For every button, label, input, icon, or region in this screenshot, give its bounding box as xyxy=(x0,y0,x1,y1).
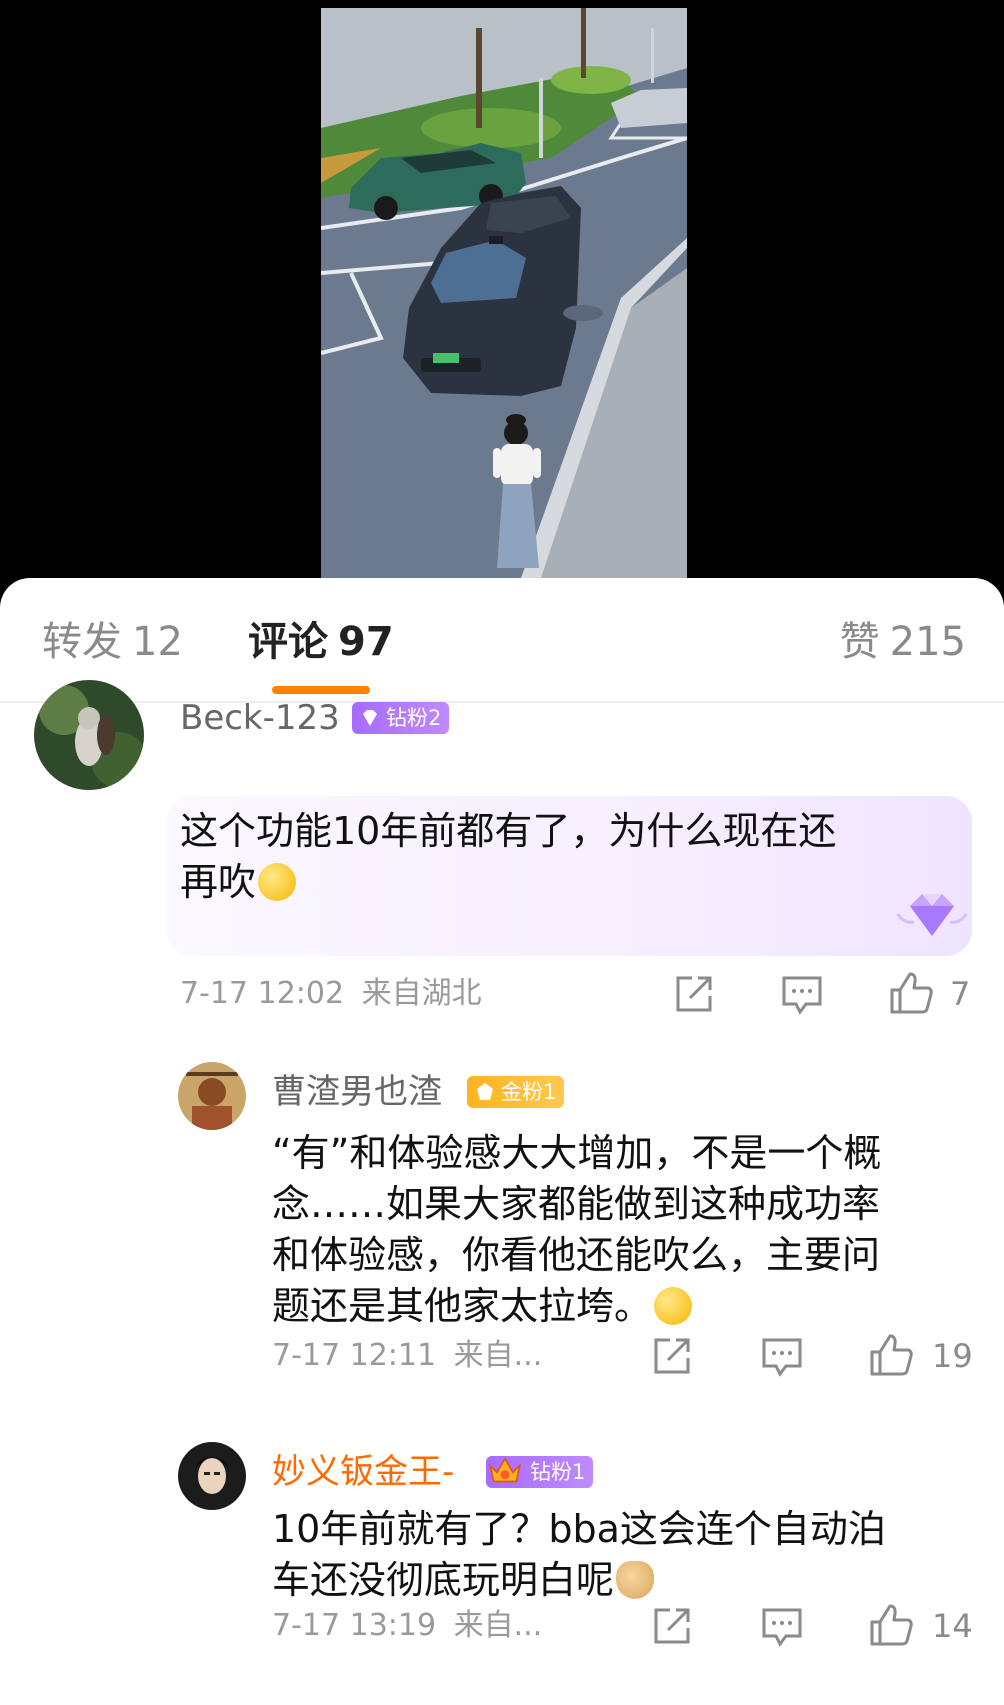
tab-like-count: 215 xyxy=(889,619,966,665)
tab-comment[interactable]: 评论 97 xyxy=(248,618,394,666)
share-icon xyxy=(654,1338,690,1374)
share-button[interactable] xyxy=(650,1334,694,1378)
diamond-icon xyxy=(363,710,377,726)
fan-badge-label: 金粉1 xyxy=(501,1080,557,1104)
video-frame[interactable] xyxy=(321,8,687,578)
fan-badge[interactable]: 金粉1 xyxy=(467,1076,565,1108)
tab-comment-label: 评论 xyxy=(248,619,328,665)
comment-text-line: 题还是其他家太拉垮。 xyxy=(272,1284,653,1328)
comment-text-line: 10年前就有了？bba这会连个自动泊 xyxy=(272,1507,886,1551)
reply-button[interactable] xyxy=(760,1334,804,1378)
comment-location: 来自... xyxy=(453,1338,543,1373)
comment-icon xyxy=(762,1608,802,1647)
comment-text-line: 和体验感，你看他还能吹么，主要问 xyxy=(272,1233,881,1277)
comment-text: “有”和体验感大大增加，不是一个概 念……如果大家都能做到这种成功率 和体验感，… xyxy=(272,1128,972,1332)
comment-text: 10年前就有了？bba这会连个自动泊 车还没彻底玩明白呢 xyxy=(272,1504,972,1606)
avatar[interactable] xyxy=(34,680,144,790)
reply-button[interactable] xyxy=(780,972,824,1016)
share-icon xyxy=(654,1608,690,1644)
comment-meta: 7-17 13:19 来自... xyxy=(272,1608,542,1644)
comment-date: 7-17 12:11 xyxy=(272,1338,437,1373)
share-button[interactable] xyxy=(672,972,716,1016)
comment-icon xyxy=(762,1338,802,1377)
laugh-cry-emoji-icon xyxy=(654,1287,693,1325)
thumbs-up-icon xyxy=(870,1604,913,1646)
comment-location: 来自湖北 xyxy=(361,976,482,1011)
fan-badge[interactable]: 钻粉1 xyxy=(486,1456,594,1488)
doge-emoji-icon xyxy=(616,1561,655,1599)
avatar[interactable] xyxy=(178,1442,246,1510)
tab-repost-count: 12 xyxy=(132,619,183,665)
share-button[interactable] xyxy=(650,1604,694,1648)
parking-lot-scene xyxy=(321,8,687,578)
comment-text-line: “有”和体验感大大增加，不是一个概 xyxy=(272,1131,882,1175)
active-tab-indicator xyxy=(272,686,370,694)
reply-button[interactable] xyxy=(760,1604,804,1648)
comment-sheet: 转发 12 评论 97 赞 215 Beck-123 钻粉2 这个功能10年前都… xyxy=(0,578,1004,1705)
comment-date: 7-17 12:02 xyxy=(180,976,345,1011)
comment-text-line: 车还没彻底玩明白呢 xyxy=(272,1558,615,1602)
comment-icon xyxy=(782,976,822,1015)
comment-text: 这个功能10年前都有了，为什么现在还 再吹 xyxy=(180,806,940,908)
like-button[interactable] xyxy=(868,1332,913,1376)
wow-emoji-icon xyxy=(258,863,297,901)
username[interactable]: 妙义钣金王- xyxy=(272,1452,454,1492)
tab-like-label: 赞 xyxy=(839,619,880,665)
anime-avatar-icon xyxy=(178,1442,246,1510)
like-count: 19 xyxy=(932,1337,973,1375)
username[interactable]: Beck-123 xyxy=(180,698,340,738)
like-button[interactable] xyxy=(868,1602,913,1646)
comment-text-line: 再吹 xyxy=(180,860,257,904)
tab-repost-label: 转发 xyxy=(42,619,122,665)
fan-badge-label: 钻粉1 xyxy=(530,1460,586,1484)
thumbs-up-icon xyxy=(890,972,933,1014)
tab-comment-count: 97 xyxy=(338,619,394,665)
video-player[interactable] xyxy=(0,0,1004,590)
fan-badge[interactable]: 钻粉2 xyxy=(352,702,450,734)
thumbs-up-icon xyxy=(870,1334,913,1376)
tab-bar: 转发 12 评论 97 赞 215 xyxy=(0,578,1004,703)
monkey-king-avatar-icon xyxy=(178,1062,246,1130)
comment-text-line: 念……如果大家都能做到这种成功率 xyxy=(272,1182,881,1226)
like-count: 7 xyxy=(950,975,971,1013)
tab-repost[interactable]: 转发 12 xyxy=(42,618,183,666)
like-button[interactable] xyxy=(888,970,933,1014)
share-icon xyxy=(676,976,712,1012)
username[interactable]: 曹渣男也渣 xyxy=(272,1072,442,1112)
fan-badge-label: 钻粉2 xyxy=(386,706,442,730)
tab-like[interactable]: 赞 215 xyxy=(840,618,966,666)
comment-location: 来自... xyxy=(453,1608,543,1643)
comment-meta: 7-17 12:02 来自湖北 xyxy=(180,976,482,1012)
comment-meta: 7-17 12:11 来自... xyxy=(272,1338,542,1374)
comment-date: 7-17 13:19 xyxy=(272,1608,437,1643)
like-count: 14 xyxy=(932,1607,973,1645)
crown-icon xyxy=(488,1457,522,1483)
comment-text-line: 这个功能10年前都有了，为什么现在还 xyxy=(180,809,837,853)
gold-diamond-icon xyxy=(477,1083,493,1100)
avatar[interactable] xyxy=(178,1062,246,1130)
cat-avatar-icon xyxy=(34,680,144,790)
